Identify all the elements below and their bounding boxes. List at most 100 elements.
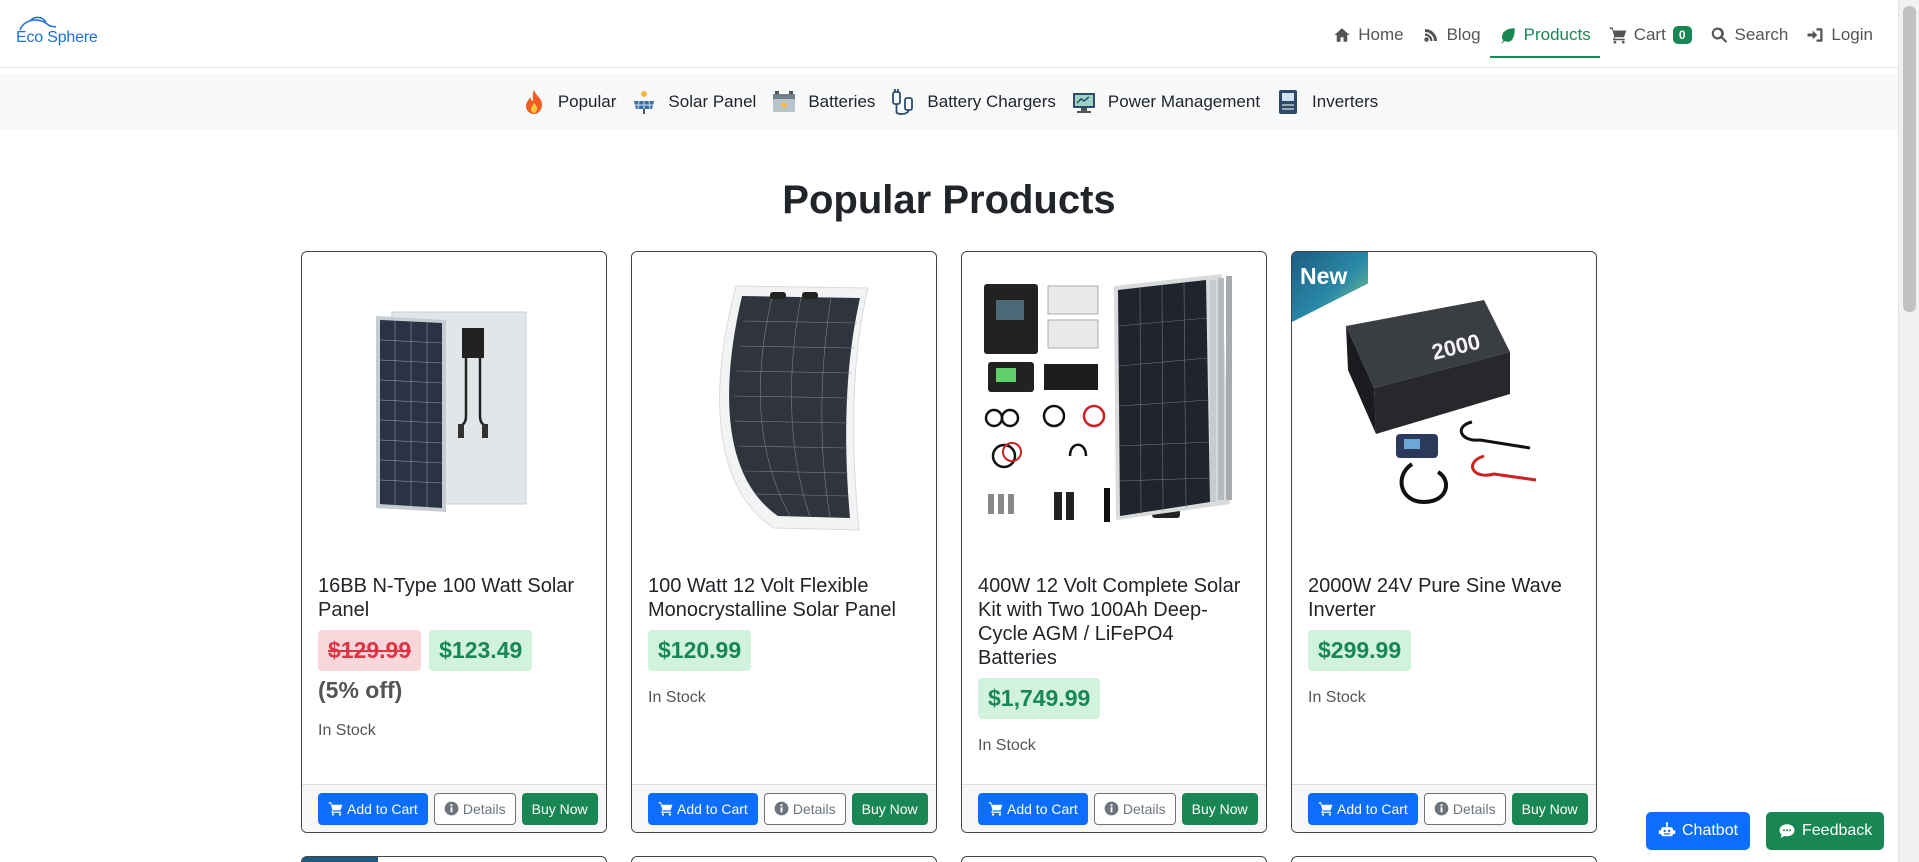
details-button[interactable]: Details bbox=[1423, 792, 1506, 825]
add-to-cart-button[interactable]: Add to Cart bbox=[978, 792, 1088, 825]
category-solar-panel[interactable]: Solar Panel bbox=[630, 88, 756, 116]
details-button[interactable]: Details bbox=[1093, 792, 1176, 825]
nav-home-label: Home bbox=[1358, 25, 1404, 44]
category-inverters[interactable]: Inverters bbox=[1274, 88, 1378, 116]
nav-blog-label: Blog bbox=[1446, 25, 1481, 44]
cart-icon bbox=[1318, 802, 1333, 816]
stock-status: In Stock bbox=[1308, 689, 1366, 706]
blog-icon bbox=[1423, 29, 1437, 42]
stock-status: In Stock bbox=[978, 737, 1036, 754]
fire-icon bbox=[520, 88, 548, 116]
product-info: 16BB N-Type 100 Watt Solar Panel $129.99… bbox=[318, 574, 592, 740]
category-inverters-label: Inverters bbox=[1312, 92, 1379, 111]
category-popular[interactable]: Popular bbox=[520, 88, 617, 116]
nav-blog[interactable]: Blog bbox=[1413, 15, 1490, 55]
inverter-image[interactable]: 2000 bbox=[1304, 266, 1586, 556]
add-to-cart-label: Add to Cart bbox=[347, 800, 418, 817]
buy-now-button[interactable]: Buy Now bbox=[851, 792, 928, 825]
rigid-solar-panel-image[interactable] bbox=[314, 266, 596, 556]
nav-login-label: Login bbox=[1831, 25, 1873, 44]
product-card: New 2000 2000W 24V Pure Sine Wave Invert… bbox=[1291, 251, 1597, 833]
card-actions: Add to Cart Details Buy Now bbox=[1292, 784, 1596, 832]
add-to-cart-label: Add to Cart bbox=[1007, 800, 1078, 817]
chatbot-label: Chatbot bbox=[1682, 822, 1739, 839]
product-card: 400W 12 Volt Complete Solar Kit with Two… bbox=[961, 251, 1267, 833]
buy-now-button[interactable]: Buy Now bbox=[1181, 792, 1258, 825]
feedback-label: Feedback bbox=[1802, 822, 1873, 839]
product-info: 400W 12 Volt Complete Solar Kit with Two… bbox=[978, 574, 1252, 755]
home-icon bbox=[1334, 28, 1350, 42]
nav-login[interactable]: Login bbox=[1797, 15, 1882, 55]
add-to-cart-button[interactable]: Add to Cart bbox=[318, 792, 428, 825]
details-label: Details bbox=[462, 800, 506, 817]
solar-kit-image[interactable] bbox=[974, 266, 1256, 556]
page-title: Popular Products bbox=[782, 178, 1116, 222]
nav-products-label: Products bbox=[1523, 25, 1591, 44]
buy-now-button[interactable]: Buy Now bbox=[1511, 792, 1588, 825]
nav-search-label: Search bbox=[1734, 25, 1789, 44]
product-title[interactable]: 16BB N-Type 100 Watt Solar Panel bbox=[318, 574, 592, 622]
price-group: $120.99 bbox=[648, 630, 922, 671]
brand-name: Eco Sphere bbox=[16, 29, 98, 46]
charger-icon bbox=[889, 88, 917, 116]
category-batteries[interactable]: Batteries bbox=[770, 88, 875, 116]
top-navbar: Eco Sphere Home Blog Products Cart 0 Sea… bbox=[0, 0, 1898, 68]
comment-icon bbox=[1779, 824, 1795, 838]
page-scrollbar[interactable] bbox=[1898, 0, 1919, 862]
sale-price: $123.49 bbox=[429, 630, 533, 671]
product-card bbox=[631, 856, 937, 862]
product-card bbox=[301, 856, 607, 862]
inverter-icon bbox=[1274, 88, 1302, 116]
product-card bbox=[961, 856, 1267, 862]
solar-panel-icon bbox=[630, 88, 658, 116]
card-actions: Add to Cart Details Buy Now bbox=[302, 784, 606, 832]
chatbot-button[interactable]: Chatbot bbox=[1646, 812, 1751, 850]
product-info: 100 Watt 12 Volt Flexible Monocrystallin… bbox=[648, 574, 922, 707]
flexible-solar-panel-image[interactable] bbox=[644, 266, 926, 556]
category-bar: Popular Solar Panel Batteries Battery Ch… bbox=[0, 74, 1898, 130]
battery-icon bbox=[770, 88, 798, 116]
feedback-button[interactable]: Feedback bbox=[1766, 812, 1885, 850]
category-popular-label: Popular bbox=[557, 92, 617, 111]
cart-count-badge: 0 bbox=[1672, 26, 1692, 44]
price-group: $1,749.99 bbox=[978, 678, 1252, 719]
nav-products[interactable]: Products bbox=[1489, 15, 1600, 58]
sale-price: $120.99 bbox=[648, 630, 752, 671]
scrollbar-thumb[interactable] bbox=[1903, 6, 1916, 312]
details-label: Details bbox=[792, 800, 836, 817]
product-info: 2000W 24V Pure Sine Wave Inverter $299.9… bbox=[1308, 574, 1582, 707]
leaf-icon bbox=[1500, 28, 1515, 44]
robot-icon bbox=[1658, 822, 1676, 837]
card-actions: Add to Cart Details Buy Now bbox=[962, 784, 1266, 832]
product-title[interactable]: 100 Watt 12 Volt Flexible Monocrystallin… bbox=[648, 574, 922, 622]
details-label: Details bbox=[1122, 800, 1166, 817]
product-title[interactable]: 2000W 24V Pure Sine Wave Inverter bbox=[1308, 574, 1582, 622]
category-power-management-label: Power Management bbox=[1107, 92, 1261, 111]
category-power-management[interactable]: Power Management bbox=[1070, 88, 1260, 116]
product-grid: 16BB N-Type 100 Watt Solar Panel $129.99… bbox=[301, 251, 1597, 833]
product-title[interactable]: 400W 12 Volt Complete Solar Kit with Two… bbox=[978, 574, 1252, 670]
nav-cart[interactable]: Cart 0 bbox=[1600, 15, 1701, 55]
cart-icon bbox=[328, 802, 343, 816]
details-button[interactable]: Details bbox=[433, 792, 516, 825]
sale-price: $299.99 bbox=[1308, 630, 1412, 671]
product-card: 16BB N-Type 100 Watt Solar Panel $129.99… bbox=[301, 251, 607, 833]
stock-status: In Stock bbox=[648, 689, 706, 706]
brand-logo[interactable]: Eco Sphere bbox=[16, 16, 106, 50]
price-group: $129.99 $123.49 (5% off) bbox=[318, 630, 592, 704]
category-battery-chargers-label: Battery Chargers bbox=[927, 92, 1056, 111]
category-batteries-label: Batteries bbox=[808, 92, 876, 111]
category-battery-chargers[interactable]: Battery Chargers bbox=[889, 88, 1056, 116]
card-actions: Add to Cart Details Buy Now bbox=[632, 784, 936, 832]
main-nav: Home Blog Products Cart 0 Search Login bbox=[1324, 15, 1882, 58]
add-to-cart-button[interactable]: Add to Cart bbox=[648, 792, 758, 825]
discount-label: (5% off) bbox=[318, 677, 403, 703]
add-to-cart-button[interactable]: Add to Cart bbox=[1308, 792, 1418, 825]
power-management-icon bbox=[1070, 88, 1098, 116]
info-icon bbox=[1104, 801, 1119, 816]
nav-home[interactable]: Home bbox=[1324, 15, 1412, 55]
nav-search[interactable]: Search bbox=[1701, 15, 1798, 55]
original-price: $129.99 bbox=[318, 630, 422, 671]
buy-now-button[interactable]: Buy Now bbox=[521, 792, 598, 825]
details-button[interactable]: Details bbox=[763, 792, 846, 825]
